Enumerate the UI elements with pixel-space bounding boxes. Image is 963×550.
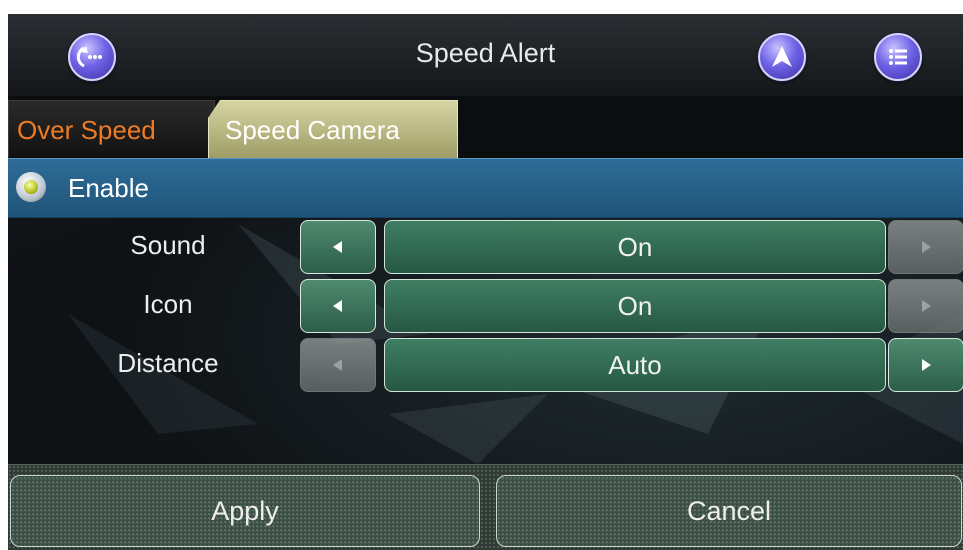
icon-prev-button[interactable] [300,279,376,333]
apply-button[interactable]: Apply [10,475,480,547]
arrow-right-icon [922,300,931,312]
navigation-arrow-icon [772,46,792,67]
arrow-right-icon [922,359,931,371]
radio-checked-indicator [24,180,38,194]
enable-radio[interactable] [16,172,46,202]
cancel-button[interactable]: Cancel [496,475,962,547]
distance-prev-button[interactable] [300,338,376,392]
enable-label: Enable [68,173,149,203]
header-bar: Speed Alert [8,14,963,96]
app-screen: Speed Alert Over Speed Speed Camera Enab… [8,14,963,550]
tab-speed-camera[interactable]: Speed Camera [208,100,458,159]
distance-value: Auto [384,338,886,392]
enable-toggle-row[interactable]: Enable [8,158,963,218]
tab-bar: Over Speed Speed Camera [8,96,963,159]
icon-label: Icon [143,289,193,319]
sound-label: Sound [130,230,206,260]
menu-button[interactable] [874,33,922,81]
icon-value: On [384,279,886,333]
sound-next-button[interactable] [888,220,963,274]
arrow-left-icon [333,300,342,312]
bottom-button-bar: Apply Cancel [8,464,963,550]
navigate-button[interactable] [758,33,806,81]
tab-label: Over Speed [17,115,156,145]
page-title: Speed Alert [415,38,556,68]
list-menu-icon [889,49,907,65]
arrow-left-icon [333,241,342,253]
distance-next-button[interactable] [888,338,963,392]
sound-prev-button[interactable] [300,220,376,274]
tab-label: Speed Camera [225,115,400,145]
sound-value: On [384,220,886,274]
icon-next-button[interactable] [888,279,963,333]
arrow-left-icon [333,359,342,371]
tab-over-speed[interactable]: Over Speed [8,100,215,157]
distance-label: Distance [117,348,219,378]
arrow-right-icon [922,241,931,253]
